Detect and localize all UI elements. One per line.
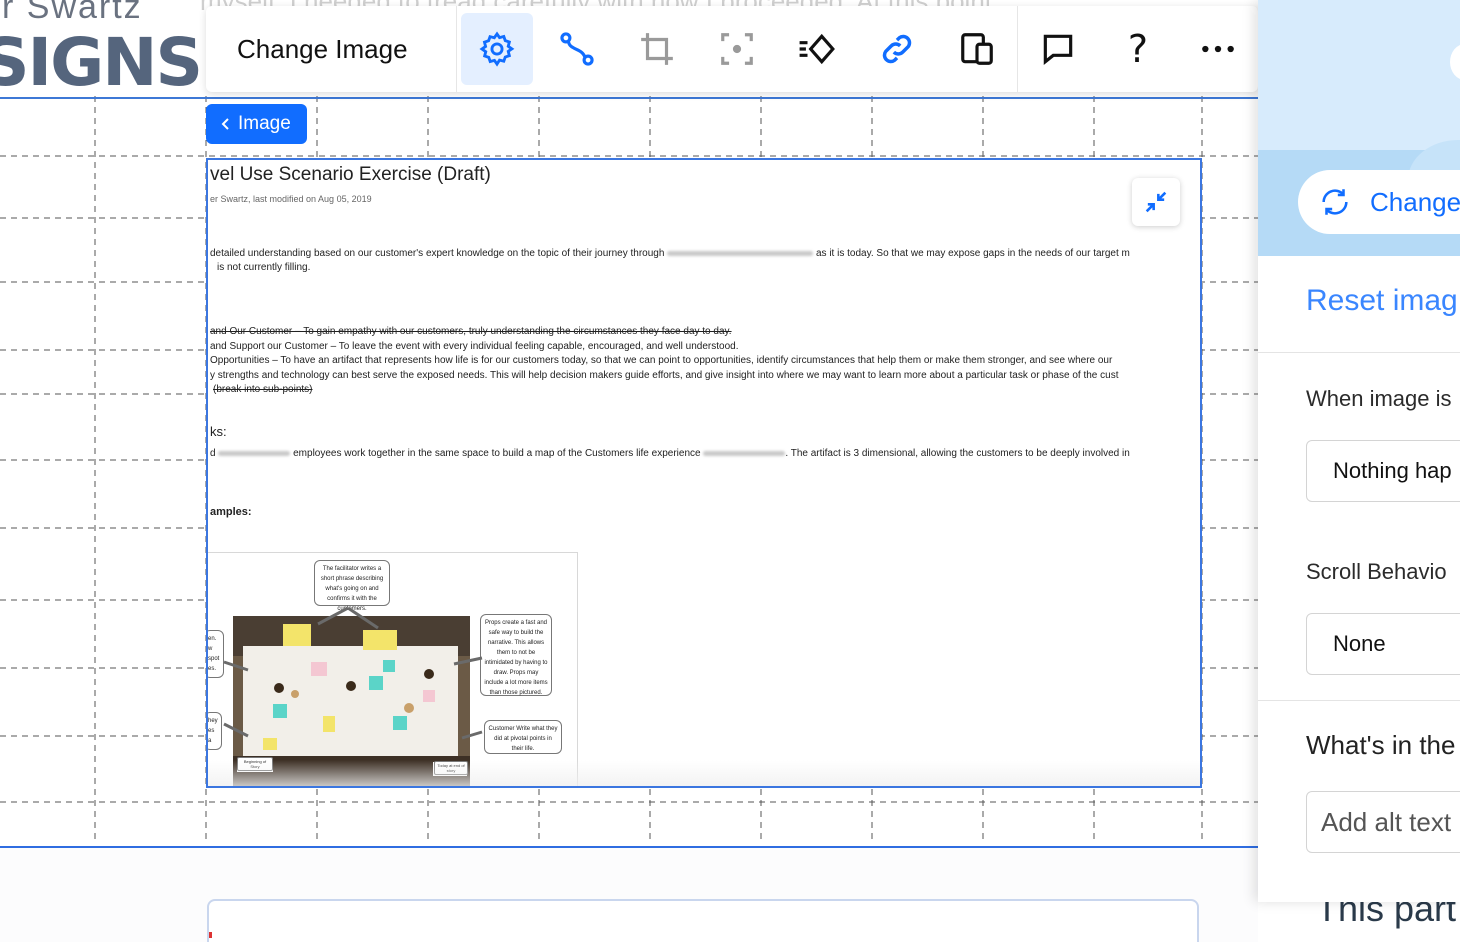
breadcrumb-label: Image bbox=[238, 113, 291, 134]
scroll-behavior-label: Scroll Behavio bbox=[1306, 559, 1447, 584]
toolbar-divider bbox=[1017, 6, 1018, 92]
document-line: and Our Customer – To gain empathy with … bbox=[210, 326, 732, 337]
diamond-motion-icon bbox=[799, 33, 835, 65]
scroll-behavior-dropdown[interactable]: None bbox=[1306, 613, 1460, 675]
document-line: Opportunities – To have an artifact that… bbox=[210, 355, 1113, 366]
animation-path-button[interactable] bbox=[541, 13, 613, 85]
gear-icon bbox=[479, 31, 515, 67]
alt-text-input[interactable]: Add alt text bbox=[1306, 791, 1460, 853]
document-line: and Support our Customer – To leave the … bbox=[210, 341, 739, 352]
link-icon bbox=[882, 34, 912, 64]
section-top-guide bbox=[0, 97, 1258, 99]
document-line: d employees work together in the same sp… bbox=[210, 448, 1130, 459]
document-line: detailed understanding based on our cust… bbox=[210, 248, 1130, 259]
reset-image-link[interactable]: Reset imag bbox=[1306, 284, 1458, 318]
help-button[interactable]: ? bbox=[1102, 13, 1174, 85]
preview-shape bbox=[1450, 44, 1460, 80]
devices-icon bbox=[961, 33, 993, 65]
document-screenshot: vel Use Scenario Exercise (Draft) er Swa… bbox=[208, 160, 1200, 786]
toolbar-divider bbox=[456, 6, 457, 92]
document-line: (break into sub-points) bbox=[213, 384, 313, 395]
crop-button[interactable] bbox=[621, 13, 693, 85]
focal-point-icon bbox=[721, 33, 753, 65]
refresh-icon bbox=[1322, 189, 1348, 215]
image-settings-panel: Change Reset imag When image is Nothing … bbox=[1258, 0, 1460, 902]
link-button[interactable] bbox=[861, 13, 933, 85]
layout-devices-button[interactable] bbox=[941, 13, 1013, 85]
panel-divider bbox=[1258, 700, 1460, 701]
document-line: is not currently filling. bbox=[217, 262, 311, 273]
animate-button[interactable] bbox=[781, 13, 853, 85]
change-image-pill-button[interactable]: Change bbox=[1298, 170, 1460, 234]
site-logo: SIGNS bbox=[0, 24, 203, 101]
document-title: vel Use Scenario Exercise (Draft) bbox=[210, 164, 491, 185]
click-behavior-dropdown[interactable]: Nothing hap bbox=[1306, 440, 1460, 502]
chevron-left-icon bbox=[221, 118, 229, 130]
click-behavior-label: When image is bbox=[1306, 386, 1452, 411]
focal-point-button[interactable] bbox=[701, 13, 773, 85]
figure-arrows bbox=[223, 606, 483, 740]
comment-icon bbox=[1043, 34, 1073, 65]
document-line: y strengths and technology can best serv… bbox=[210, 370, 1119, 381]
crop-icon bbox=[641, 33, 673, 65]
help-icon: ? bbox=[1127, 27, 1149, 71]
image-fade bbox=[208, 760, 1200, 786]
more-icon bbox=[1202, 45, 1234, 53]
image-breadcrumb-tag[interactable]: Image bbox=[206, 104, 307, 144]
next-section-element[interactable] bbox=[207, 899, 1199, 942]
settings-button[interactable] bbox=[461, 13, 533, 85]
curve-path-icon bbox=[560, 32, 594, 66]
change-image-button[interactable]: Change Image bbox=[206, 34, 456, 65]
collapse-icon bbox=[1145, 191, 1167, 213]
examples-heading: amples: bbox=[210, 506, 252, 518]
document-meta: er Swartz, last modified on Aug 05, 2019 bbox=[210, 194, 372, 204]
alt-text-heading: What's in the bbox=[1306, 730, 1456, 760]
image-toolbar: Change Image ? bbox=[206, 6, 1258, 92]
panel-divider bbox=[1258, 352, 1460, 353]
tasks-heading: ks: bbox=[210, 424, 227, 439]
more-actions-button[interactable] bbox=[1182, 13, 1254, 85]
selected-image[interactable]: vel Use Scenario Exercise (Draft) er Swa… bbox=[206, 158, 1202, 788]
editor-canvas: myself. I needed to tread carefully with… bbox=[0, 0, 1460, 942]
change-image-label: Change bbox=[1370, 186, 1460, 217]
site-logo-subtitle: r Swartz bbox=[2, 0, 143, 26]
next-section-marker bbox=[209, 932, 212, 938]
comment-button[interactable] bbox=[1022, 13, 1094, 85]
collapse-button[interactable] bbox=[1132, 178, 1180, 226]
